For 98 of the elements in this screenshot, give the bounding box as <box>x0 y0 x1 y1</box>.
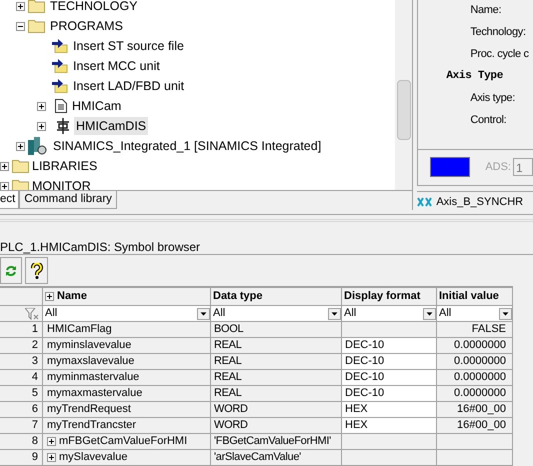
tree-item[interactable]: SINAMICS_Integrated_1 [SINAMICS Integrated] <box>51 140 324 152</box>
table-cell-text: myTrendTrancster <box>47 418 136 434</box>
table-cell: BOOL <box>211 322 342 338</box>
table-cell-text: mymaxslavevalue <box>47 354 134 370</box>
row-number: 5 <box>0 386 43 402</box>
row-number: 1 <box>0 322 43 338</box>
table-cell: REAL <box>211 338 342 354</box>
row-number: 8 <box>0 434 43 450</box>
expand-icon[interactable] <box>0 162 9 170</box>
table-cell: REAL <box>211 370 342 386</box>
tree-item[interactable]: Insert MCC unit <box>71 56 162 76</box>
table-cell: REAL <box>211 354 342 370</box>
expand-icon[interactable] <box>47 437 56 446</box>
tree-item[interactable]: PROGRAMS <box>48 20 125 32</box>
tree-item[interactable]: HMICamDIS <box>74 116 148 136</box>
property-label: Technology: <box>470 26 527 39</box>
filter-dropdown[interactable]: All <box>211 306 342 322</box>
expand-icon[interactable] <box>37 122 46 130</box>
column-header[interactable]: Display format <box>344 288 420 305</box>
folder-icon <box>28 19 45 33</box>
refresh-icon <box>5 264 17 277</box>
table-cell: 'FBGetCamValueForHMI' <box>211 434 342 450</box>
table-cell[interactable]: DEC-10 <box>342 386 437 402</box>
expand-icon[interactable] <box>37 102 46 110</box>
tab[interactable]: Axis_B_SYNCHR <box>436 194 524 210</box>
row-number: 2 <box>0 338 43 354</box>
table-cell: FALSE <box>437 322 513 338</box>
scrollbar[interactable] <box>395 0 412 190</box>
table-cell-text: myminmastervalue <box>47 370 140 386</box>
column-header[interactable]: Name <box>57 288 87 305</box>
collapse-icon[interactable] <box>16 22 25 30</box>
table-cell: WORD <box>211 418 342 434</box>
property-label: Proc. cycle c <box>470 48 530 61</box>
expand-icon[interactable] <box>45 292 54 302</box>
table-cell: 0.0000000 <box>437 386 513 402</box>
table-cell[interactable]: DEC-10 <box>342 338 437 354</box>
column-header[interactable]: Data type <box>213 288 263 305</box>
unit-icon <box>55 118 71 134</box>
table-cell: 16#00_00 <box>437 418 513 434</box>
row-number: 9 <box>0 450 43 466</box>
ads-field[interactable]: 1 <box>513 158 533 176</box>
table-cell: 0.0000000 <box>437 338 513 354</box>
filter-dropdown[interactable]: All <box>342 306 437 322</box>
tab[interactable]: Command library <box>19 191 117 209</box>
ads-label: ADS: <box>485 160 511 176</box>
tree-item[interactable]: TECHNOLOGY <box>48 0 140 12</box>
table-cell: REAL <box>211 386 342 402</box>
table-cell-text: HMICamFlag <box>47 322 112 338</box>
filter-dropdown[interactable]: All <box>43 306 211 322</box>
axis-icon <box>417 196 434 208</box>
tab[interactable]: ect <box>0 191 20 209</box>
expand-icon[interactable] <box>16 2 25 10</box>
table-cell[interactable]: DEC-10 <box>342 370 437 386</box>
color-swatch[interactable] <box>430 157 470 178</box>
folder-icon <box>28 0 45 13</box>
column-header[interactable]: Initial value <box>439 288 499 305</box>
table-cell: 16#00_00 <box>437 402 513 418</box>
row-number: 3 <box>0 354 43 370</box>
table-cell: 0.0000000 <box>437 354 513 370</box>
expand-icon[interactable] <box>0 182 9 190</box>
property-label: Control: <box>470 114 508 127</box>
table-cell-text: mySlavevalue <box>59 450 128 466</box>
row-number: 7 <box>0 418 43 434</box>
expand-icon[interactable] <box>47 453 56 462</box>
table-cell-text: mFBGetCamValueForHMI <box>59 434 188 450</box>
table-cell[interactable]: HEX <box>342 418 437 434</box>
table-cell: WORD <box>211 402 342 418</box>
table-cell[interactable]: DEC-10 <box>342 354 437 370</box>
folder-icon <box>12 179 29 190</box>
help-button[interactable] <box>25 257 48 284</box>
expand-icon[interactable] <box>16 142 25 150</box>
table-cell[interactable]: HEX <box>342 402 437 418</box>
insert-file-icon <box>52 59 68 73</box>
table-cell: 'arSlaveCamValue' <box>211 450 342 466</box>
filter-icon[interactable] <box>25 308 39 320</box>
table-cell: 0.0000000 <box>437 370 513 386</box>
folder-icon <box>12 159 29 173</box>
insert-file-icon <box>52 79 68 93</box>
panel-title: PLC_1.HMICamDIS: Symbol browser <box>0 239 202 254</box>
document-icon <box>55 99 67 113</box>
row-number: 4 <box>0 370 43 386</box>
tree-item[interactable]: MONITOR <box>32 180 91 190</box>
tree-item[interactable]: Insert LAD/FBD unit <box>71 76 186 96</box>
filter-dropdown[interactable]: All <box>437 306 513 322</box>
property-label: Axis type: <box>470 92 516 105</box>
drive-icon <box>28 137 48 155</box>
scroll-thumb[interactable] <box>396 80 411 140</box>
tree-item[interactable]: LIBRARIES <box>32 160 98 172</box>
table-cell-text: myTrendRequest <box>47 402 131 418</box>
insert-file-icon <box>52 39 68 53</box>
tree-item[interactable]: Insert ST source file <box>71 36 186 56</box>
question-mark-icon <box>30 262 42 279</box>
section-heading: Axis Type <box>446 70 504 83</box>
table-cell-text: mymaxmastervalue <box>47 386 142 402</box>
tree-item[interactable]: HMICam <box>70 96 124 116</box>
property-label: Name: <box>470 4 502 17</box>
table-cell-text: myminslavevalue <box>47 338 132 354</box>
row-number: 6 <box>0 402 43 418</box>
